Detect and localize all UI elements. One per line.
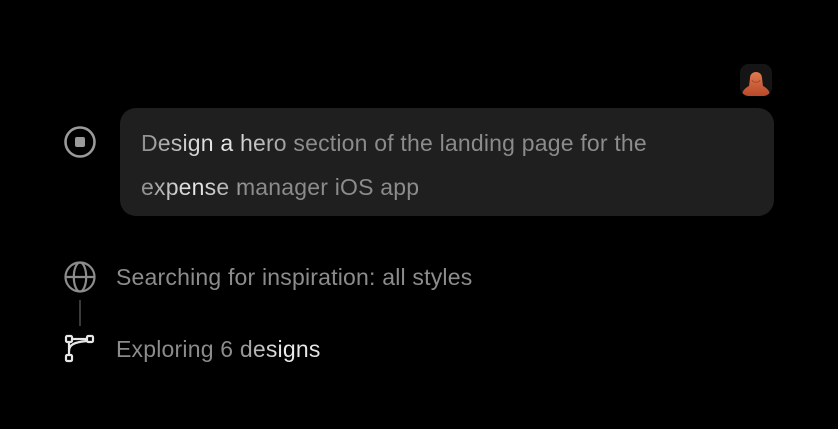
user-message-text-2: expense manager iOS app: [141, 174, 420, 200]
globe-icon: [64, 261, 96, 293]
step-connector: [79, 300, 81, 326]
user-message-bubble: Design a hero section of the landing pag…: [120, 108, 774, 216]
step-searching: Searching for inspiration: all styles: [62, 259, 472, 295]
branch-icon: [64, 334, 95, 363]
user-avatar[interactable]: [740, 64, 772, 96]
stop-icon[interactable]: [63, 125, 97, 159]
step-exploring: Exploring 6 designs: [62, 331, 321, 367]
user-message-line-1: Design a hero section of the landing pag…: [141, 121, 752, 165]
avatar-image: [740, 64, 772, 96]
user-message-line-2: expense manager iOS app: [141, 165, 752, 209]
user-message-text-1: Design a hero section of the landing pag…: [141, 130, 647, 156]
step-searching-label: Searching for inspiration: all styles: [116, 263, 473, 290]
step-exploring-label: Exploring 6 designs: [116, 335, 321, 362]
